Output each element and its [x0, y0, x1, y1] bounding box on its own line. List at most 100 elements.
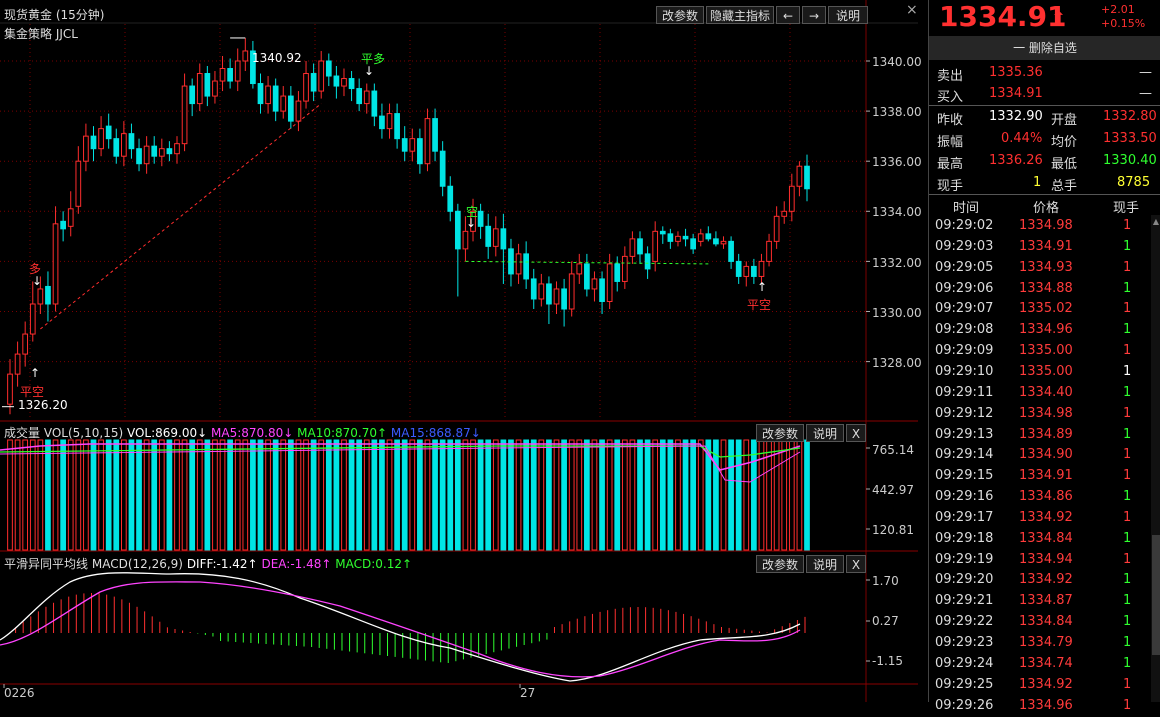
tick-row: 09:29:03 1334.91 1	[935, 238, 1132, 254]
volume-bar	[530, 439, 537, 551]
macd-help-button[interactable]: 说明	[806, 555, 844, 573]
macd-close-icon[interactable]: X	[846, 555, 866, 573]
volume-bar	[546, 439, 552, 551]
close-icon[interactable]: ×	[906, 2, 918, 18]
volume-bar	[417, 439, 423, 551]
volume-bar	[196, 439, 203, 551]
tick-row: 09:29:17 1334.92 1	[935, 509, 1132, 525]
volume-bar	[515, 439, 522, 551]
macd-axis-label: 1.70	[872, 574, 899, 588]
volume-bar	[394, 439, 400, 551]
delete-watchlist-button[interactable]: 一 删除自选	[929, 36, 1160, 60]
volume-bar	[60, 439, 66, 551]
macd-params: MACD(12,26,9)	[91, 557, 183, 571]
candle-body	[515, 253, 522, 275]
volume-bar	[758, 439, 765, 551]
volume-bar	[667, 439, 674, 551]
chart-area[interactable]: 现货黄金 (15分钟) 集金策略 JJCL 改参数 隐藏主指标 ← → 说明 ×…	[0, 0, 922, 702]
candle-body	[189, 85, 196, 105]
volume-title: 成交量	[4, 426, 41, 440]
candle-body	[409, 138, 416, 152]
price-axis-label: 1332.00	[872, 256, 922, 270]
candle-body	[621, 255, 628, 282]
volume-bar	[462, 439, 469, 551]
candle-body	[234, 60, 241, 82]
candle-body	[401, 138, 408, 152]
candle-body	[7, 373, 13, 405]
volume-bar	[591, 439, 598, 551]
tick-row: 09:29:20 1334.92 1	[935, 572, 1132, 588]
candle-body	[492, 228, 499, 247]
macd-axis-label: -1.15	[872, 654, 904, 668]
tick-row: 09:29:22 1334.84 1	[935, 614, 1132, 630]
arrow-right-icon[interactable]: →	[802, 6, 826, 24]
change-params-button[interactable]: 改参数	[656, 6, 704, 24]
candle-body	[644, 253, 651, 270]
candle-body	[568, 273, 575, 310]
volume-bar	[424, 439, 431, 551]
candle-body	[204, 73, 211, 97]
volume-bar	[508, 439, 514, 551]
volume-bar	[439, 439, 446, 551]
candle-body	[394, 113, 400, 140]
help-button[interactable]: 说明	[828, 6, 868, 24]
volume-change-params-button[interactable]: 改参数	[756, 424, 804, 442]
tick-row: 09:29:16 1334.86 1	[935, 489, 1132, 505]
volume-bar	[52, 439, 59, 551]
chart-background	[0, 0, 918, 702]
macd-dea: DEA:-1.48↑	[261, 557, 332, 571]
scrollbar-thumb[interactable]	[1152, 535, 1160, 655]
candle-body	[379, 115, 385, 130]
candle-body	[265, 85, 271, 105]
volume-bar	[90, 439, 97, 551]
volume-bar	[181, 439, 188, 551]
volume-bar	[599, 439, 605, 551]
up-arrow-icon: ↑	[757, 280, 768, 294]
volume-panel-header: 成交量 VOL(5,10,15) VOL:869.00↓ MA5:870.80↓…	[4, 424, 481, 441]
scroll-up-icon[interactable]: ▲	[1152, 217, 1160, 227]
volume-bar	[219, 439, 226, 551]
volume-bar	[538, 439, 545, 551]
macd-change-params-button[interactable]: 改参数	[756, 555, 804, 573]
volume-close-icon[interactable]: X	[846, 424, 866, 442]
tick-row: 09:29:12 1334.98 1	[935, 405, 1132, 421]
volume-bar	[606, 439, 613, 551]
volume-bar	[675, 439, 681, 551]
volume-bar	[356, 439, 363, 551]
chart-svg[interactable]	[0, 0, 918, 702]
volume-bar	[295, 439, 302, 551]
volume-bar	[629, 439, 636, 551]
down-arrow-icon: ↓	[364, 64, 375, 78]
volume-bar	[143, 439, 150, 551]
volume-bar	[310, 439, 317, 551]
candle-body	[424, 118, 431, 165]
volume-bar	[553, 439, 560, 551]
candle-body	[90, 135, 97, 150]
candle-body	[196, 73, 203, 105]
volume-bar	[242, 439, 249, 551]
ticks-scrollbar[interactable]: ▲	[1151, 215, 1160, 702]
candle-body	[538, 283, 545, 300]
volume-bar	[257, 439, 264, 551]
tick-row: 09:29:23 1334.79 1	[935, 635, 1132, 650]
candle-body	[576, 263, 583, 275]
candle-body	[212, 80, 218, 97]
candle-body	[174, 143, 180, 155]
candle-body	[356, 88, 363, 105]
arrow-left-icon[interactable]: ←	[776, 6, 800, 24]
candle-body	[219, 68, 226, 82]
candle-body	[599, 278, 605, 302]
candle-body	[22, 333, 29, 355]
candle-body	[705, 233, 712, 240]
last-price: 1334.91	[939, 0, 1067, 33]
volume-bar	[401, 439, 408, 551]
volume-bar	[22, 439, 29, 551]
volume-help-button[interactable]: 说明	[806, 424, 844, 442]
close-short-signal-label: 平空	[20, 385, 45, 399]
hide-main-indicator-button[interactable]: 隐藏主指标	[706, 6, 774, 24]
candle-body	[697, 233, 704, 242]
volume-bar	[333, 439, 340, 551]
volume-bar	[318, 439, 325, 551]
candle-body	[606, 263, 613, 302]
tick-row: 09:29:26 1334.96 1	[935, 697, 1132, 713]
